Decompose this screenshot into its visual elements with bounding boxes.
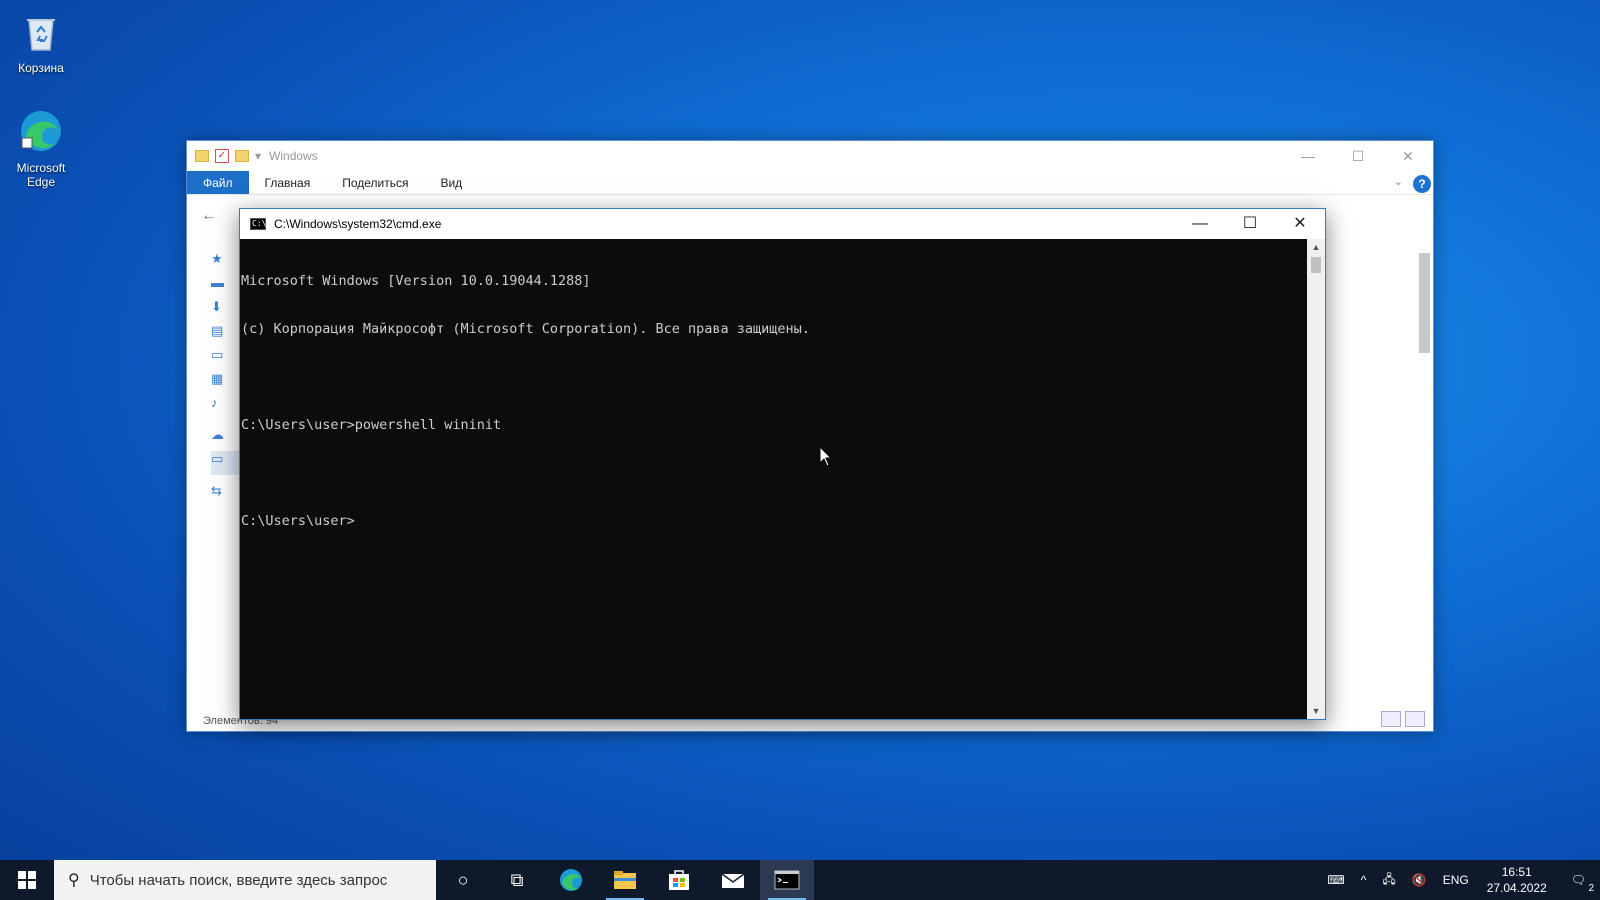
cmd-window-controls: — ☐ ✕ <box>1175 209 1325 239</box>
back-arrow-icon[interactable]: ← <box>201 207 217 225</box>
volume-muted-icon[interactable]: 🔇 <box>1404 873 1435 887</box>
clock[interactable]: 16:51 27.04.2022 <box>1477 864 1557 896</box>
edge-icon <box>560 869 582 891</box>
tab-view[interactable]: Вид <box>424 171 478 194</box>
cortana-circle-icon: ○ <box>457 869 469 890</box>
action-center-button[interactable]: 🗨 2 <box>1557 873 1600 894</box>
notification-count-badge: 2 <box>1588 883 1594 894</box>
scroll-up-arrow-icon[interactable]: ▲ <box>1307 239 1325 255</box>
taskbar-search-box[interactable]: ⚲ Чтобы начать поиск, введите здесь запр… <box>54 860 436 900</box>
explorer-titlebar[interactable]: ✓ ▾ Windows — ☐ ✕ <box>187 141 1433 171</box>
cmd-titlebar[interactable]: C:\ C:\Windows\system32\cmd.exe — ☐ ✕ <box>240 209 1325 239</box>
close-button[interactable]: ✕ <box>1275 209 1325 239</box>
quick-access-star-icon[interactable]: ★ <box>211 251 241 275</box>
tab-file[interactable]: Файл <box>187 171 249 194</box>
taskbar-mail-button[interactable] <box>706 860 760 900</box>
videos-icon[interactable]: ▦ <box>211 371 241 395</box>
desktop-icon-recycle-bin[interactable]: Корзина <box>3 10 79 75</box>
close-button[interactable]: ✕ <box>1383 141 1433 171</box>
taskbar: ⚲ Чтобы начать поиск, введите здесь запр… <box>0 860 1600 900</box>
cmd-icon <box>774 870 800 890</box>
taskbar-cmd-button[interactable] <box>760 860 814 900</box>
tab-home[interactable]: Главная <box>249 171 327 194</box>
properties-icon[interactable]: ✓ <box>215 149 229 163</box>
maximize-button[interactable]: ☐ <box>1225 209 1275 239</box>
downloads-icon[interactable]: ⬇ <box>211 299 241 323</box>
taskbar-store-button[interactable] <box>652 860 706 900</box>
scroll-down-arrow-icon[interactable]: ▼ <box>1307 703 1325 719</box>
onedrive-icon[interactable]: ☁ <box>211 427 241 451</box>
minimize-button[interactable]: — <box>1283 141 1333 171</box>
cmd-icon: C:\ <box>250 218 267 230</box>
new-folder-icon[interactable] <box>235 150 249 162</box>
folder-icon[interactable] <box>195 150 209 162</box>
network-icon[interactable]: 🖧 <box>1374 870 1403 891</box>
pictures-icon[interactable]: ▭ <box>211 347 241 371</box>
cmd-title: C:\Windows\system32\cmd.exe <box>274 217 442 231</box>
quick-access-toolbar: ✓ ▾ <box>195 149 261 163</box>
customize-toolbar-chevron-icon[interactable]: ▾ <box>255 149 261 163</box>
system-tray: ⌨ ^ 🖧 🔇 ENG 16:51 27.04.2022 🗨 2 <box>1319 860 1600 900</box>
clock-date: 27.04.2022 <box>1486 881 1547 895</box>
input-language-indicator[interactable]: ENG <box>1435 873 1477 887</box>
explorer-title: Windows <box>269 149 318 163</box>
search-icon: ⚲ <box>68 872 80 889</box>
show-hidden-icons-chevron-icon[interactable]: ^ <box>1353 873 1375 887</box>
minimize-button[interactable]: — <box>1175 209 1225 239</box>
store-icon <box>669 870 689 890</box>
music-icon[interactable]: ♪ <box>211 395 241 419</box>
expand-ribbon-icon[interactable]: ⌄ <box>1394 175 1403 188</box>
desktop-folder-icon[interactable]: ▬ <box>211 275 241 299</box>
recycle-bin-icon <box>3 10 79 57</box>
notifications-icon: 🗨 <box>1570 873 1586 887</box>
view-toggle <box>1381 711 1425 727</box>
help-icon[interactable]: ? <box>1413 175 1431 193</box>
desktop-icon-edge[interactable]: Microsoft Edge <box>3 108 79 189</box>
mail-icon <box>721 873 745 888</box>
ribbon-tabs: Файл Главная Поделиться Вид <box>187 171 1433 195</box>
clock-time: 16:51 <box>1501 865 1532 879</box>
console-prompt[interactable]: C:\Users\user> <box>241 513 1306 529</box>
navigation-pane: ★ ▬ ⬇ ▤ ▭ ▦ ♪ ☁ ▭ ⇆ <box>211 251 241 507</box>
explorer-window-controls: — ☐ ✕ <box>1283 141 1433 171</box>
cmd-window[interactable]: C:\ C:\Windows\system32\cmd.exe — ☐ ✕ Mi… <box>239 208 1326 720</box>
maximize-button[interactable]: ☐ <box>1333 141 1383 171</box>
taskbar-edge-button[interactable] <box>544 860 598 900</box>
this-pc-icon[interactable]: ▭ <box>211 451 241 475</box>
network-icon[interactable]: ⇆ <box>211 483 241 507</box>
tab-share[interactable]: Поделиться <box>326 171 424 194</box>
console-line: Microsoft Windows [Version 10.0.19044.12… <box>241 273 591 289</box>
mouse-pointer-icon <box>819 445 833 473</box>
task-view-icon: ⧉ <box>510 869 524 890</box>
scrollbar-thumb[interactable] <box>1311 257 1321 273</box>
file-explorer-icon <box>614 871 636 889</box>
windows-logo-icon <box>18 871 36 889</box>
touch-keyboard-icon[interactable]: ⌨ <box>1319 873 1352 887</box>
desktop-icon-label: Корзина <box>18 61 64 75</box>
start-button[interactable] <box>0 860 54 900</box>
large-icons-view-icon[interactable] <box>1405 711 1425 727</box>
documents-icon[interactable]: ▤ <box>211 323 241 347</box>
taskbar-explorer-button[interactable] <box>598 860 652 900</box>
console-line: (c) Корпорация Майкрософт (Microsoft Cor… <box>241 321 810 337</box>
search-placeholder: Чтобы начать поиск, введите здесь запрос <box>89 871 388 889</box>
desktop-icon-label: Microsoft Edge <box>16 161 66 189</box>
cortana-button[interactable]: ○ <box>436 860 490 900</box>
console-output[interactable]: Microsoft Windows [Version 10.0.19044.12… <box>240 239 1307 719</box>
explorer-scrollbar[interactable] <box>1416 241 1433 701</box>
edge-icon <box>3 108 79 157</box>
console-line: C:\Users\user>powershell wininit <box>241 417 502 433</box>
cmd-scrollbar[interactable]: ▲ ▼ <box>1307 239 1325 719</box>
task-view-button[interactable]: ⧉ <box>490 860 544 900</box>
details-view-icon[interactable] <box>1381 711 1401 727</box>
scrollbar-thumb[interactable] <box>1419 253 1430 353</box>
